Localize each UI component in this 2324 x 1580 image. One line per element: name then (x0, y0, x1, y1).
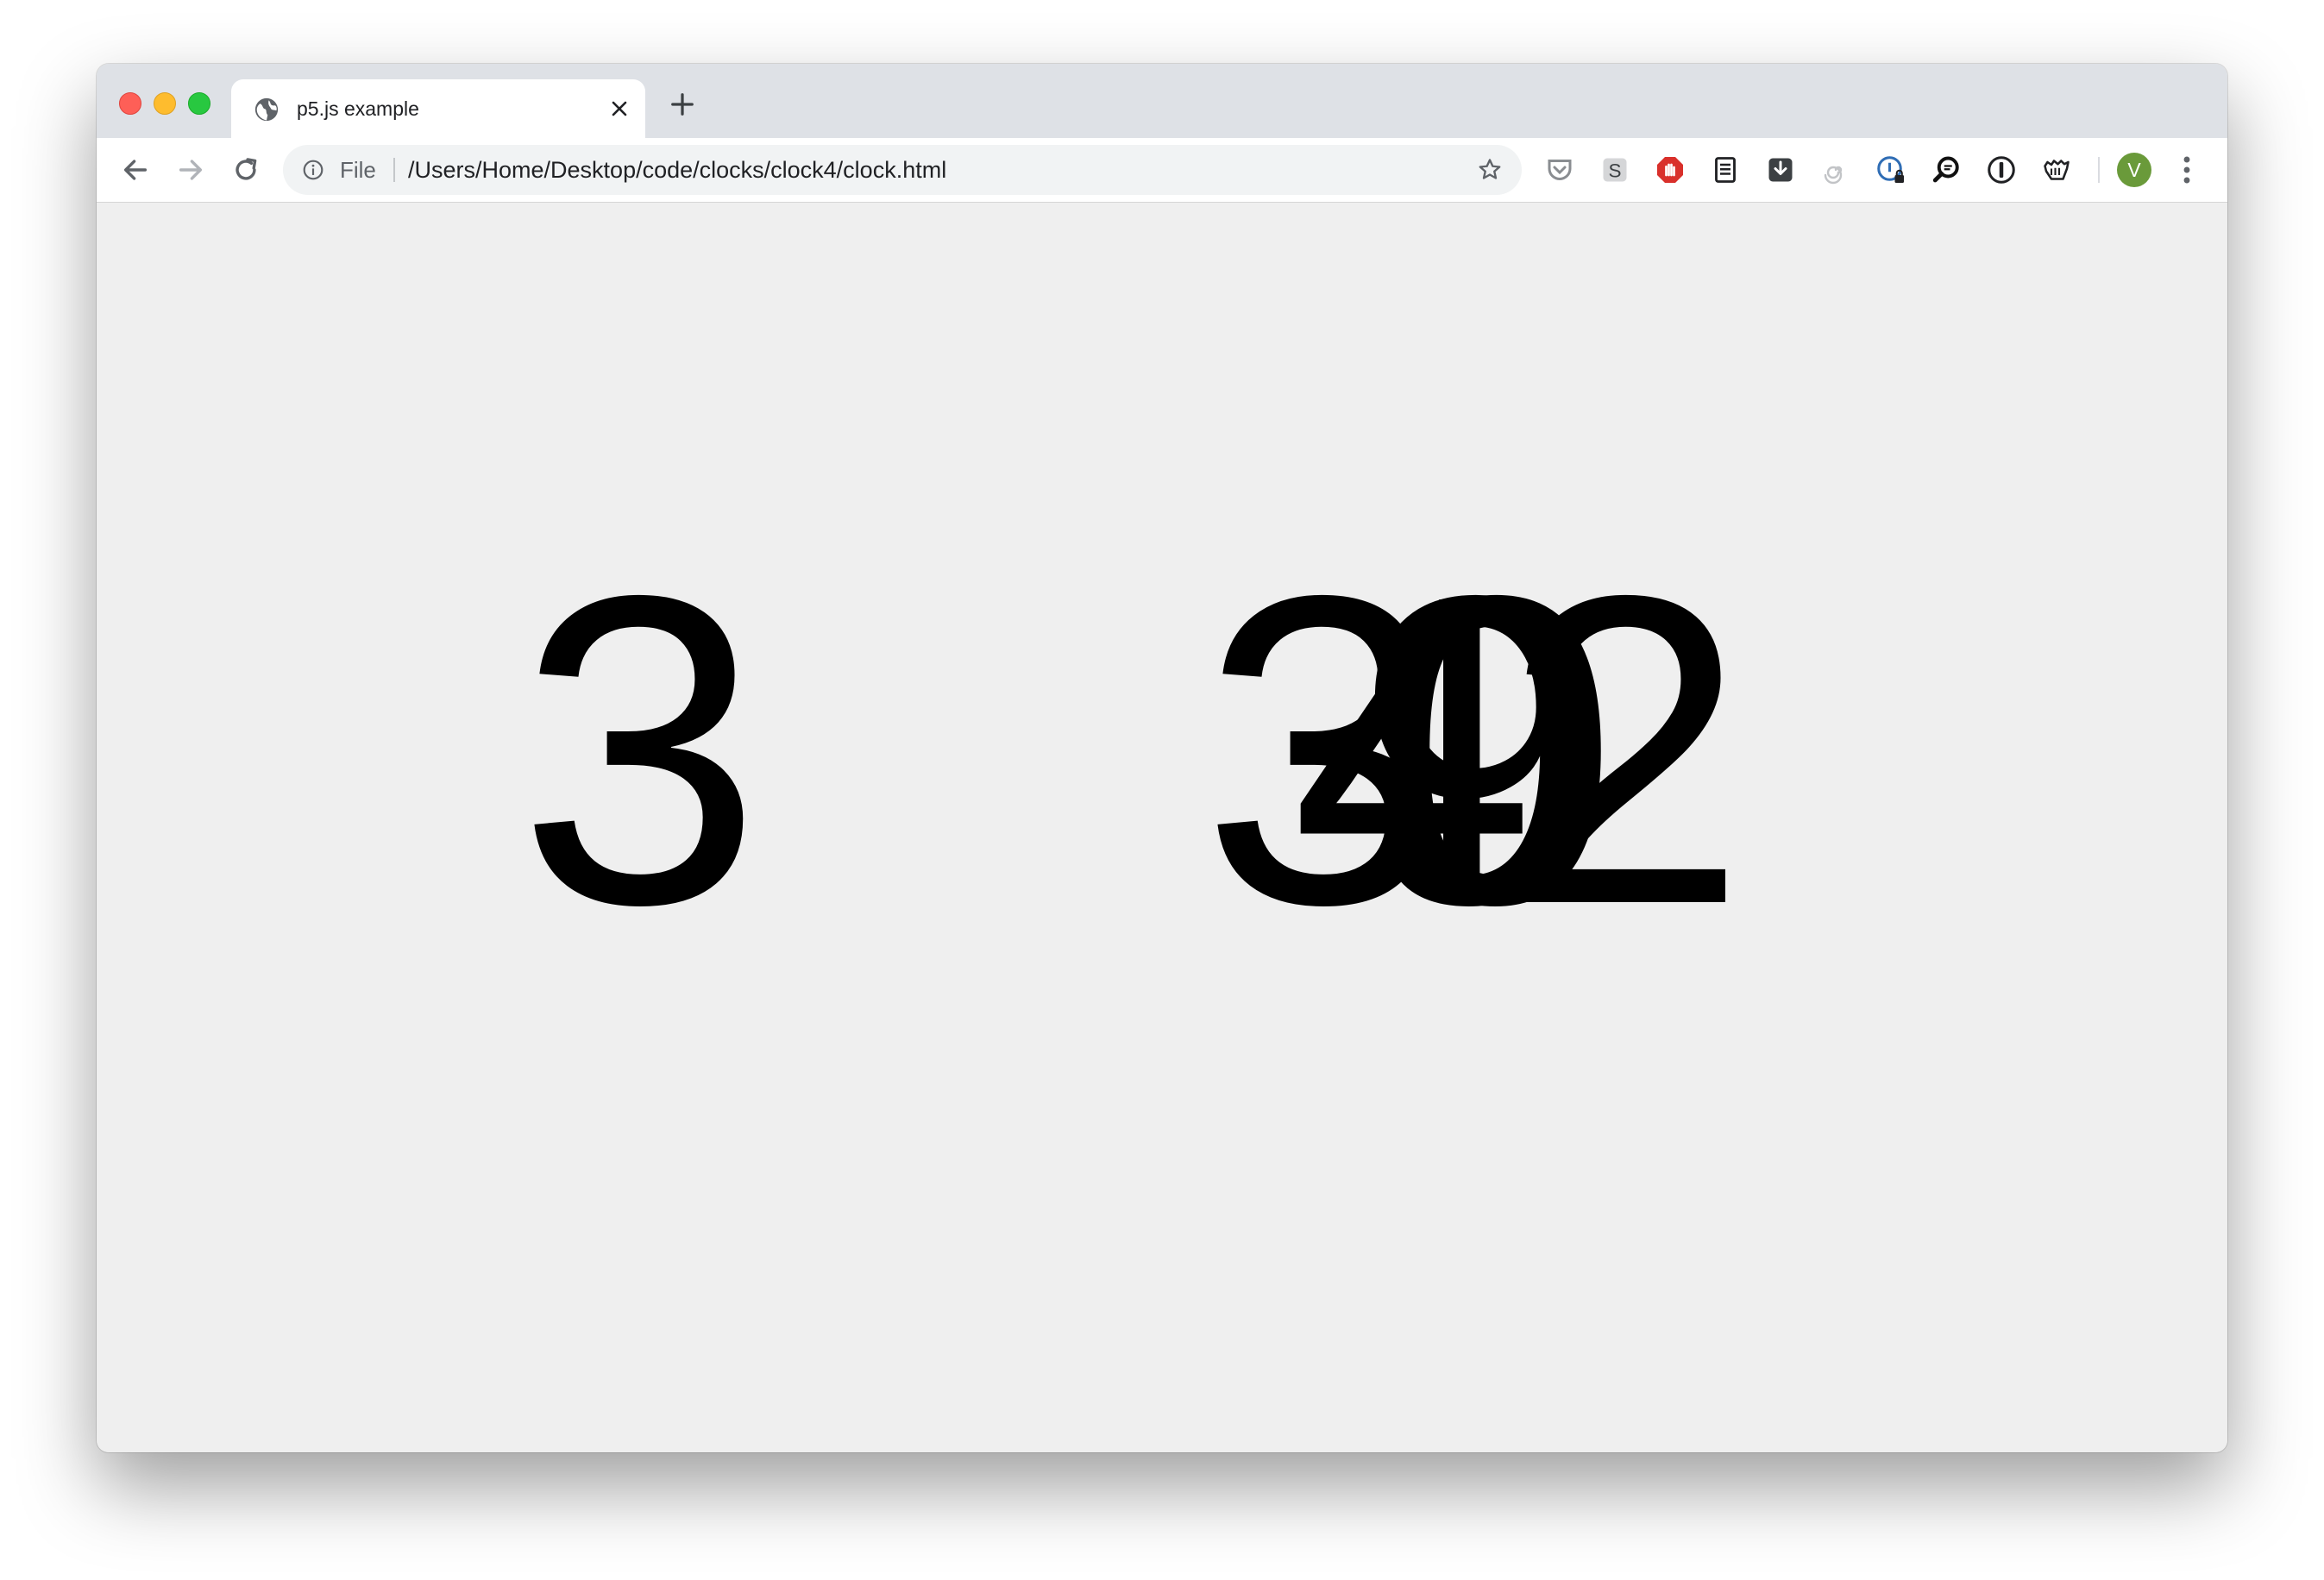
address-toolbar: File /Users/Home/Desktop/code/clocks/clo… (97, 138, 2227, 203)
clock-digit-overlap: 2 (1503, 505, 1748, 996)
close-window-button[interactable] (119, 92, 141, 115)
clock-digit-left: 3 (518, 505, 763, 996)
pocket-icon[interactable] (1544, 154, 1575, 185)
new-tab-plus-icon[interactable] (669, 91, 695, 117)
globe-icon (254, 97, 279, 122)
minimize-window-button[interactable] (154, 92, 176, 115)
spiral-icon[interactable] (1820, 154, 1851, 185)
more-menu-icon[interactable] (2181, 154, 2193, 185)
scheme-label: File (340, 157, 376, 183)
toolbar-divider (2098, 157, 2100, 183)
profile-avatar[interactable]: V (2117, 153, 2151, 187)
reload-icon[interactable] (231, 155, 261, 185)
info-circle-icon[interactable] (1986, 154, 2017, 185)
browser-window: p5.js example File /Users/Home/Desktop/c… (97, 64, 2227, 1452)
back-arrow-icon[interactable] (121, 155, 150, 185)
page-canvas: 3 3 4 0 9 2 (97, 203, 2227, 1452)
url-text[interactable]: /Users/Home/Desktop/code/clocks/clock4/c… (408, 156, 946, 184)
adblock-icon[interactable] (1655, 154, 1686, 185)
download-icon[interactable] (1765, 154, 1796, 185)
password-lock-icon[interactable] (1875, 154, 1906, 185)
close-icon[interactable] (609, 98, 630, 119)
glove-icon[interactable] (2041, 154, 2072, 185)
omnibox-separator (393, 158, 395, 182)
address-bar[interactable]: File /Users/Home/Desktop/code/clocks/clo… (283, 145, 1522, 195)
tab-bar: p5.js example (97, 64, 2227, 138)
search-chat-icon[interactable] (1931, 154, 1962, 185)
bookmark-star-icon[interactable] (1477, 157, 1503, 183)
zoom-window-button[interactable] (188, 92, 210, 115)
forward-arrow-icon[interactable] (176, 155, 205, 185)
tab-active[interactable]: p5.js example (231, 79, 645, 138)
reader-icon[interactable] (1710, 154, 1741, 185)
s-extension-icon[interactable]: S (1599, 154, 1630, 185)
tab-title: p5.js example (297, 97, 419, 120)
info-icon[interactable] (302, 159, 324, 181)
svg-text:S: S (1608, 160, 1621, 181)
